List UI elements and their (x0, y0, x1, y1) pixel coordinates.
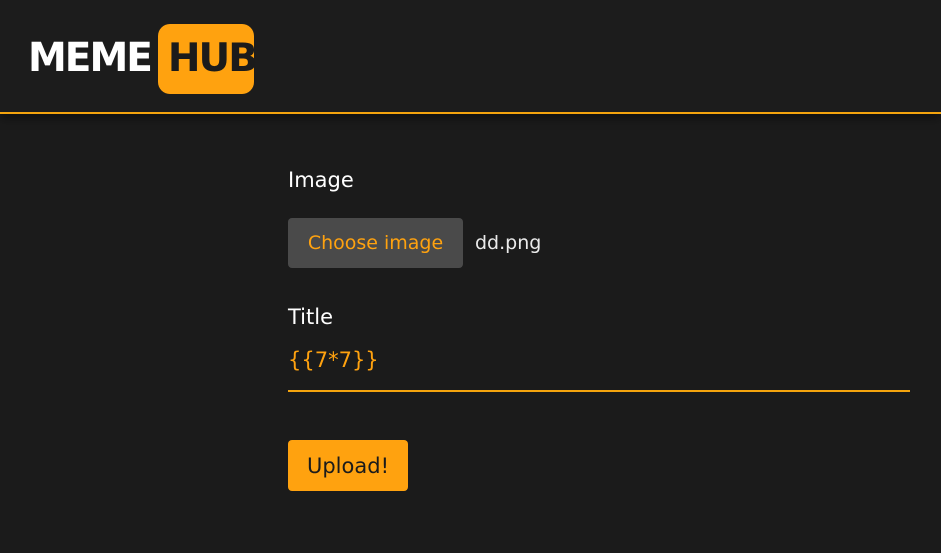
title-input-value: {{7*7}} (288, 348, 379, 372)
file-picker: Choose image dd.png (288, 218, 541, 268)
logo-text-meme: MEME (28, 35, 153, 82)
logo-text-hub: HUB (157, 24, 258, 94)
site-logo[interactable]: MEME HUB (28, 24, 258, 94)
choose-image-button[interactable]: Choose image (288, 218, 463, 268)
title-label: Title (288, 305, 334, 329)
title-input[interactable]: {{7*7}} (288, 340, 910, 392)
image-label: Image (288, 168, 354, 192)
selected-file-name: dd.png (475, 232, 542, 254)
site-header: MEME HUB (0, 0, 941, 114)
upload-button[interactable]: Upload! (288, 440, 408, 491)
